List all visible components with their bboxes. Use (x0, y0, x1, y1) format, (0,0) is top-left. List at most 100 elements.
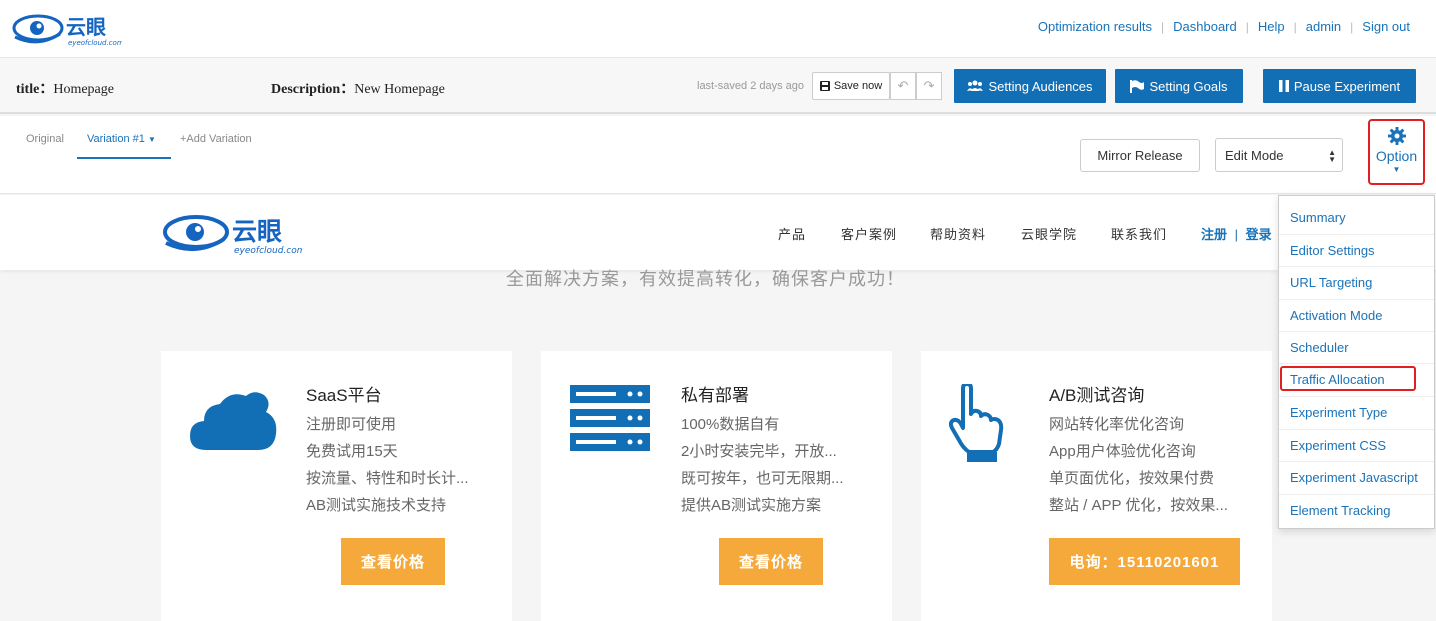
site-nav-contact[interactable]: 联系我们 (1111, 224, 1167, 243)
site-register-login: 注册 | 登录 (1201, 224, 1272, 243)
menu-item-element-tracking[interactable]: Element Tracking (1279, 494, 1434, 526)
ab-card-line: 网站转化率优化咨询 (1049, 416, 1185, 433)
private-card-line: 提供AB测试实施方案 (681, 497, 822, 514)
site-brand-name-en: eyeofcloud.com (234, 246, 302, 255)
help-link[interactable]: Help (1258, 19, 1285, 34)
ab-card-line: 整站 / APP 优化，按效果... (1049, 497, 1228, 514)
experiment-description[interactable]: Description：New Homepage (271, 78, 445, 98)
undo-icon: ↶ (897, 78, 909, 93)
site-reg-separator: | (1234, 227, 1239, 242)
brand-name-en: eyeofcloud.com (68, 39, 122, 47)
title-label: title： (16, 82, 54, 97)
title-value: Homepage (53, 82, 114, 97)
ab-card-line: 单页面优化，按效果付费 (1049, 470, 1215, 487)
setting-goals-label: Setting Goals (1149, 78, 1228, 94)
private-view-price-button[interactable]: 查看价格 (719, 538, 823, 585)
save-now-label: Save now (833, 80, 883, 92)
menu-item-experiment-css[interactable]: Experiment CSS (1279, 429, 1434, 461)
private-card-line: 2小时安装完毕，开放... (681, 443, 837, 460)
phone-inquiry-button[interactable]: 电询：15110201601 (1049, 538, 1240, 585)
option-dropdown-menu: Summary Editor Settings URL Targeting Ac… (1278, 195, 1435, 529)
save-now-button[interactable]: Save now (812, 72, 890, 100)
saas-card-line: 免费试用15天 (306, 443, 398, 460)
redo-icon: ↷ (923, 78, 935, 93)
select-arrows-icon: ▲ ▼ (1328, 148, 1336, 164)
menu-item-experiment-javascript[interactable]: Experiment Javascript (1279, 461, 1434, 493)
setting-goals-button[interactable]: Setting Goals (1115, 69, 1243, 103)
ab-card-line: App用户体验优化咨询 (1049, 443, 1196, 460)
site-login-link[interactable]: 登录 (1246, 227, 1272, 242)
saas-view-price-button[interactable]: 查看价格 (341, 538, 445, 585)
users-icon (967, 80, 984, 91)
top-bar: 云眼 eyeofcloud.com Optimization results |… (0, 0, 1436, 58)
caret-down-icon: ▼ (147, 135, 156, 144)
add-variation-button[interactable]: +Add Variation (180, 133, 252, 145)
admin-link[interactable]: admin (1306, 19, 1341, 34)
menu-item-url-targeting[interactable]: URL Targeting (1279, 266, 1434, 298)
pause-icon (1278, 80, 1289, 92)
edit-mode-select[interactable]: Edit Mode ▲ ▼ (1215, 138, 1343, 172)
site-nav-products[interactable]: 产品 (778, 224, 806, 243)
site-slogan: 全面解决方案，有效提高转化，确保客户成功！ (506, 269, 905, 289)
description-label: Description： (271, 82, 355, 97)
pointing-hand-icon (949, 384, 1004, 462)
nav-separator: | (1161, 19, 1165, 34)
ab-card-title: A/B测试咨询 (1049, 386, 1145, 405)
site-nav-cases[interactable]: 客户案例 (841, 224, 897, 243)
menu-item-activation-mode[interactable]: Activation Mode (1279, 299, 1434, 331)
tab-original[interactable]: Original (26, 133, 64, 145)
undo-button[interactable]: ↶ (890, 72, 916, 100)
saas-card-line: 注册即可使用 (306, 416, 397, 433)
caret-down-icon: ▼ (1392, 165, 1401, 174)
nav-separator: | (1350, 19, 1354, 34)
eye-logo-icon: 云眼 eyeofcloud.com (163, 215, 306, 256)
redo-button[interactable]: ↷ (916, 72, 942, 100)
site-brand-name-cn: 云眼 (232, 217, 282, 246)
private-card-title: 私有部署 (681, 386, 749, 405)
experiment-title[interactable]: title：Homepage (16, 78, 114, 98)
edit-mode-value: Edit Mode (1225, 147, 1284, 163)
saas-card-line: 按流量、特性和时长计... (306, 470, 469, 487)
option-label: Option (1375, 148, 1418, 164)
saas-card-title: SaaS平台 (306, 386, 382, 405)
sign-out-link[interactable]: Sign out (1362, 19, 1410, 34)
editor-bar: title：Homepage Description：New Homepage … (0, 58, 1436, 114)
tab-variation-1-label: Variation #1 (87, 133, 145, 145)
private-card-line: 100%数据自有 (681, 416, 780, 433)
site-register-link[interactable]: 注册 (1201, 227, 1227, 242)
server-rack-icon (570, 385, 650, 451)
pause-experiment-label: Pause Experiment (1293, 78, 1401, 94)
setting-audiences-label: Setting Audiences (988, 78, 1093, 94)
menu-item-editor-settings[interactable]: Editor Settings (1279, 234, 1434, 266)
nav-separator: | (1245, 19, 1249, 34)
setting-audiences-button[interactable]: Setting Audiences (954, 69, 1106, 103)
variation-bar: Original Variation #1 ▼ +Add Variation M… (0, 116, 1436, 194)
cloud-icon (190, 392, 277, 450)
optimization-results-link[interactable]: Optimization results (1038, 19, 1152, 34)
private-deploy-card: 私有部署 100%数据自有 2小时安装完毕，开放... 既可按年，也可无限期..… (541, 351, 892, 621)
site-nav-academy[interactable]: 云眼学院 (1021, 224, 1077, 243)
saas-card: SaaS平台 注册即可使用 免费试用15天 按流量、特性和时长计... AB测试… (161, 351, 512, 621)
flag-icon (1130, 79, 1145, 93)
nav-separator: | (1293, 19, 1297, 34)
tab-variation-1[interactable]: Variation #1 ▼ (87, 133, 156, 145)
floppy-disk-icon (819, 81, 830, 91)
last-saved-status: last-saved 2 days ago (697, 80, 805, 92)
menu-item-scheduler[interactable]: Scheduler (1279, 331, 1434, 363)
brand-name-cn: 云眼 (66, 15, 106, 39)
site-nav-help[interactable]: 帮助资料 (930, 224, 986, 243)
brand-logo[interactable]: 云眼 eyeofcloud.com (12, 12, 124, 48)
mirror-release-button[interactable]: Mirror Release (1080, 139, 1200, 172)
ab-consulting-card: A/B测试咨询 网站转化率优化咨询 App用户体验优化咨询 单页面优化，按效果付… (921, 351, 1272, 621)
option-button[interactable]: Option ▼ (1368, 119, 1425, 185)
eye-logo-icon: 云眼 eyeofcloud.com (12, 14, 124, 47)
traffic-allocation-highlight (1280, 366, 1416, 391)
private-card-line: 既可按年，也可无限期... (681, 470, 844, 487)
site-logo[interactable]: 云眼 eyeofcloud.com (162, 213, 306, 256)
menu-item-summary[interactable]: Summary (1279, 201, 1434, 233)
dashboard-link[interactable]: Dashboard (1173, 19, 1237, 34)
saas-card-line: AB测试实施技术支持 (306, 497, 447, 514)
top-nav: Optimization results | Dashboard | Help … (1038, 19, 1410, 34)
pause-experiment-button[interactable]: Pause Experiment (1263, 69, 1416, 103)
menu-item-experiment-type[interactable]: Experiment Type (1279, 396, 1434, 428)
